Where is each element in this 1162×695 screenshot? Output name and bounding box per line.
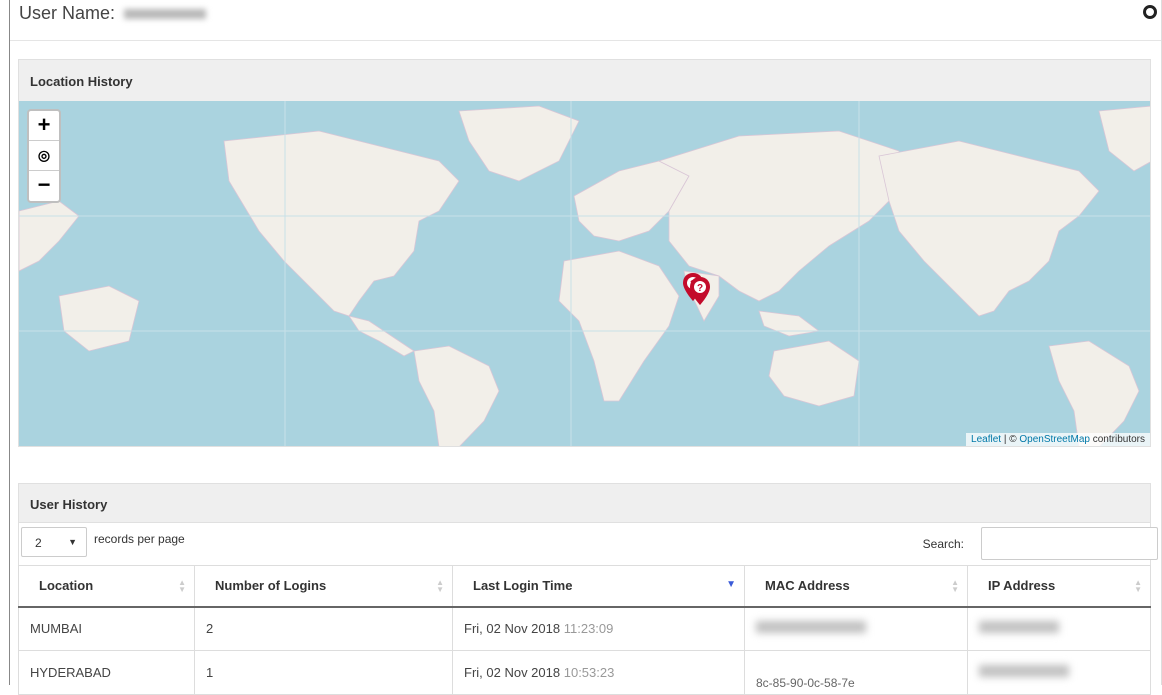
header: User Name: bbox=[10, 0, 1161, 41]
cell-mac-address: 8c-85-90-0c-58-7e bbox=[744, 650, 968, 695]
map-attribution: Leaflet | © OpenStreetMap contributors bbox=[966, 433, 1150, 446]
sort-icon: ▲ ▼ bbox=[951, 578, 959, 594]
cell-logins: 2 bbox=[194, 606, 453, 651]
svg-text:?: ? bbox=[697, 283, 703, 294]
close-icon[interactable] bbox=[1143, 5, 1157, 19]
chevron-down-icon: ▼ bbox=[68, 537, 77, 547]
cell-last-login: Fri, 02 Nov 2018 11:23:09 bbox=[452, 606, 745, 651]
sort-icon: ▲ ▼ bbox=[436, 578, 444, 594]
zoom-out-button[interactable]: − bbox=[29, 171, 59, 201]
location-history-panel: Location History + ◎ − ? Leaflet | © Ope… bbox=[18, 59, 1151, 447]
column-header-ip-address[interactable]: IP Address ▲ ▼ bbox=[967, 565, 1151, 608]
world-map-tiles bbox=[19, 101, 1150, 446]
location-history-title: Location History bbox=[18, 59, 1151, 101]
cell-ip-address bbox=[967, 650, 1151, 695]
user-name-redacted bbox=[124, 9, 207, 20]
mac-redacted bbox=[756, 621, 866, 634]
sort-descending-icon: ▼ bbox=[726, 579, 736, 590]
user-history-table: Location ▲ ▼ Number of Logins ▲ ▼ Last Login… bbox=[18, 565, 1151, 695]
zoom-in-button[interactable]: + bbox=[29, 111, 59, 141]
openstreetmap-link[interactable]: OpenStreetMap bbox=[1019, 434, 1090, 445]
table-controls: 2 ▼ records per page Search: bbox=[18, 523, 1158, 565]
attribution-separator: | © bbox=[1001, 434, 1020, 445]
user-history-panel: User History 2 ▼ records per page Search… bbox=[18, 483, 1158, 695]
user-details-window: User Name: Location History + ◎ − ? Leaf… bbox=[9, 0, 1162, 695]
search-input[interactable] bbox=[981, 527, 1158, 560]
cell-location: MUMBAI bbox=[18, 606, 195, 651]
user-name-field: User Name: bbox=[19, 3, 207, 24]
column-header-location[interactable]: Location ▲ ▼ bbox=[18, 565, 195, 608]
user-name-label: User Name: bbox=[19, 3, 116, 23]
cell-location: HYDERABAD bbox=[18, 650, 195, 695]
map-pin-icon: ? bbox=[690, 277, 710, 305]
records-per-page-value: 2 bbox=[35, 536, 42, 550]
map-marker-hyderabad[interactable]: ? bbox=[690, 277, 710, 305]
table-header-row: Location ▲ ▼ Number of Logins ▲ ▼ Last Login… bbox=[18, 565, 1151, 608]
column-header-number-of-logins[interactable]: Number of Logins ▲ ▼ bbox=[194, 565, 453, 608]
search-label: Search: bbox=[922, 537, 964, 551]
attribution-suffix: contributors bbox=[1089, 434, 1145, 445]
column-header-last-login-time[interactable]: Last Login Time ▼ bbox=[452, 565, 745, 608]
sort-icon: ▲ ▼ bbox=[178, 578, 186, 594]
cell-logins: 1 bbox=[194, 650, 453, 695]
mac-partial: 8c-85-90-0c-58-7e bbox=[756, 675, 855, 690]
cell-ip-address bbox=[967, 606, 1151, 651]
cell-mac-address bbox=[744, 606, 968, 651]
map[interactable]: + ◎ − ? ? Leaflet | © OpenStreet bbox=[18, 101, 1151, 447]
records-per-page-select[interactable]: 2 ▼ bbox=[21, 527, 87, 557]
zoom-control: + ◎ − bbox=[27, 109, 61, 203]
table-row: MUMBAI 2 Fri, 02 Nov 2018 11:23:09 bbox=[18, 606, 1151, 651]
cell-last-login: Fri, 02 Nov 2018 10:53:23 bbox=[452, 650, 745, 695]
table-row: HYDERABAD 1 Fri, 02 Nov 2018 10:53:23 8c… bbox=[18, 650, 1151, 695]
sort-icon: ▲ ▼ bbox=[1134, 578, 1142, 594]
records-per-page-label: records per page bbox=[94, 532, 185, 546]
user-history-title: User History bbox=[18, 483, 1151, 523]
ip-redacted bbox=[979, 621, 1059, 634]
world-view-button[interactable]: ◎ bbox=[29, 141, 59, 171]
leaflet-link[interactable]: Leaflet bbox=[971, 434, 1001, 445]
ip-redacted bbox=[979, 665, 1069, 677]
column-header-mac-address[interactable]: MAC Address ▲ ▼ bbox=[744, 565, 968, 608]
